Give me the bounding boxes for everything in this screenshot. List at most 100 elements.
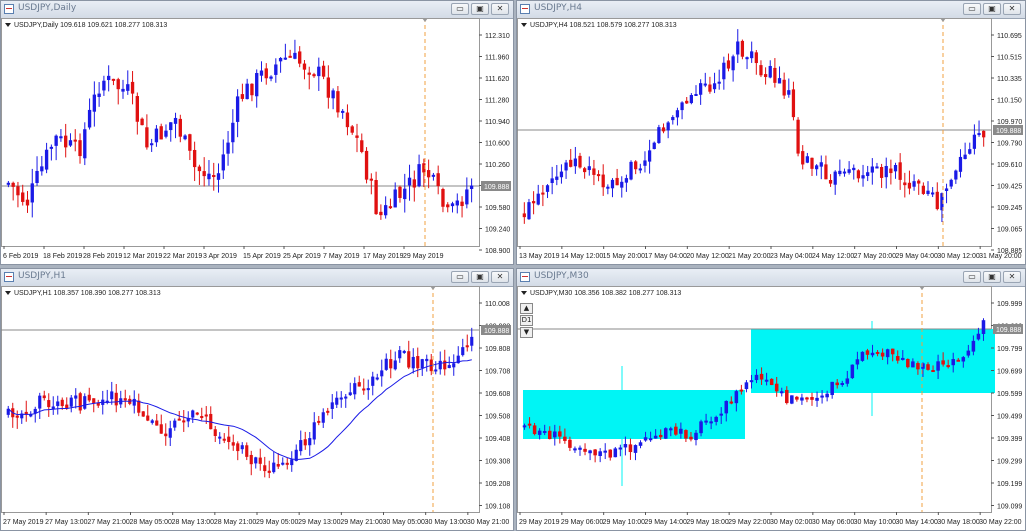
minimize-button[interactable]: ▭ [963, 3, 981, 15]
candle-body [469, 185, 474, 189]
maximize-button[interactable]: ▣ [471, 271, 489, 283]
candle-body [553, 431, 557, 438]
moving-average-line [7, 359, 472, 461]
candle-body [213, 429, 217, 436]
minimize-button[interactable]: ▭ [451, 3, 469, 15]
chart-window-h1[interactable]: USDJPY,H1 ▭ ▣ ✕ USDJPY,H1 108.357 108.39… [0, 268, 514, 531]
candle-body [901, 357, 905, 360]
candle-body [146, 415, 150, 421]
candle-body [679, 428, 683, 434]
maximize-button[interactable]: ▣ [983, 3, 1001, 15]
candle-body [850, 364, 855, 379]
candle-body [288, 55, 292, 58]
chart-window-daily[interactable]: USDJPY,Daily ▭ ▣ ✕ USDJPY,Daily 109.618 … [0, 0, 514, 265]
candle-body [810, 157, 814, 169]
current-price-label: 109.888 [996, 327, 1021, 334]
time-label: 12 Mar 2019 [123, 253, 162, 260]
price-label: 109.799 [997, 346, 1022, 353]
candle-body [255, 73, 259, 97]
price-label: 109.108 [485, 504, 510, 511]
candle-body [598, 451, 602, 456]
chart-area[interactable]: USDJPY,M30 108.356 108.382 108.277 108.3… [517, 286, 1025, 530]
candle-body [348, 392, 352, 396]
maximize-button[interactable]: ▣ [983, 271, 1001, 283]
close-button[interactable]: ✕ [1003, 3, 1021, 15]
candle-body [345, 112, 350, 128]
close-button[interactable]: ✕ [491, 271, 509, 283]
maximize-button[interactable]: ▣ [471, 3, 489, 15]
candle-body [403, 188, 407, 200]
candle-body [855, 359, 860, 365]
minimize-button[interactable]: ▭ [963, 271, 981, 283]
candle-body [774, 383, 779, 392]
price-label: 109.199 [997, 481, 1022, 488]
time-label: 29 May 2019 [519, 519, 560, 526]
candle-body [606, 186, 610, 189]
candle-body [779, 391, 784, 394]
candle-body [694, 432, 698, 441]
candle-body [416, 356, 420, 369]
time-label: 30 May 12:00 [937, 253, 980, 260]
candle-body [583, 168, 587, 173]
window-titlebar[interactable]: USDJPY,Daily ▭ ▣ ✕ [1, 1, 513, 19]
price-label: 109.580 [485, 205, 510, 212]
candle-body [183, 135, 187, 140]
candle-body [734, 391, 739, 404]
chart-area[interactable]: USDJPY,H1 108.357 108.390 108.277 108.31… [1, 286, 513, 530]
candle-body [921, 185, 925, 194]
candle-body [835, 382, 839, 386]
candle-body [782, 79, 786, 96]
timeframe-up-button[interactable]: ▲ [520, 303, 533, 314]
current-price-label: 109.888 [484, 184, 509, 191]
window-titlebar[interactable]: USDJPY,H4 ▭ ▣ ✕ [517, 1, 1025, 19]
candle-body [74, 395, 78, 399]
time-label: 29 May 13:00 [298, 519, 341, 526]
candle-body [926, 190, 930, 195]
close-button[interactable]: ✕ [1003, 271, 1021, 283]
chart-area[interactable]: USDJPY,Daily 109.618 109.621 108.277 108… [1, 18, 513, 264]
candle-body [624, 178, 629, 183]
candle-body [739, 389, 744, 392]
candle-body [312, 422, 316, 440]
candle-body [140, 118, 144, 126]
candle-body [461, 347, 465, 356]
candle-body [573, 448, 577, 451]
candle-body [704, 420, 708, 423]
candle-body [420, 359, 424, 369]
candle-body [245, 83, 249, 100]
time-label: 28 May 13:00 [172, 519, 215, 526]
candle-body [69, 397, 73, 407]
time-label: 28 Feb 2019 [83, 253, 122, 260]
candle-body [173, 420, 177, 428]
timeframe-label[interactable]: D1 [520, 315, 533, 326]
candle-body [73, 139, 77, 142]
close-button[interactable]: ✕ [491, 3, 509, 15]
candle-body [68, 140, 73, 146]
chart-window-h4[interactable]: USDJPY,H4 ▭ ▣ ✕ USDJPY,H4 108.521 108.57… [516, 0, 1026, 265]
candle-body [569, 159, 573, 167]
candle-body [558, 431, 562, 437]
dropdown-arrow-icon [5, 291, 11, 295]
candle-body [245, 445, 249, 457]
candle-body [202, 171, 206, 177]
minimize-button[interactable]: ▭ [451, 271, 469, 283]
candle-body [40, 166, 44, 172]
chart-window-m30[interactable]: USDJPY,M30 ▭ ▣ ✕ USDJPY,M30 108.356 108.… [516, 268, 1026, 531]
candle-body [353, 383, 357, 395]
candle-body [339, 397, 343, 400]
candle-body [212, 175, 216, 178]
candle-body [42, 395, 46, 399]
candle-body [634, 161, 638, 170]
time-label: 28 May 21:00 [214, 519, 257, 526]
window-titlebar[interactable]: USDJPY,H1 ▭ ▣ ✕ [1, 269, 513, 287]
candle-body [384, 358, 388, 370]
candle-body [388, 206, 393, 209]
timeframe-down-button[interactable]: ▼ [520, 327, 533, 338]
window-titlebar[interactable]: USDJPY,M30 ▭ ▣ ✕ [517, 269, 1025, 287]
candle-body [49, 146, 54, 149]
chart-window-icon [520, 4, 530, 14]
candle-body [744, 382, 749, 390]
chart-area[interactable]: USDJPY,H4 108.521 108.579 108.277 108.31… [517, 18, 1025, 264]
candle-body [674, 426, 678, 435]
candle-body [326, 410, 330, 413]
